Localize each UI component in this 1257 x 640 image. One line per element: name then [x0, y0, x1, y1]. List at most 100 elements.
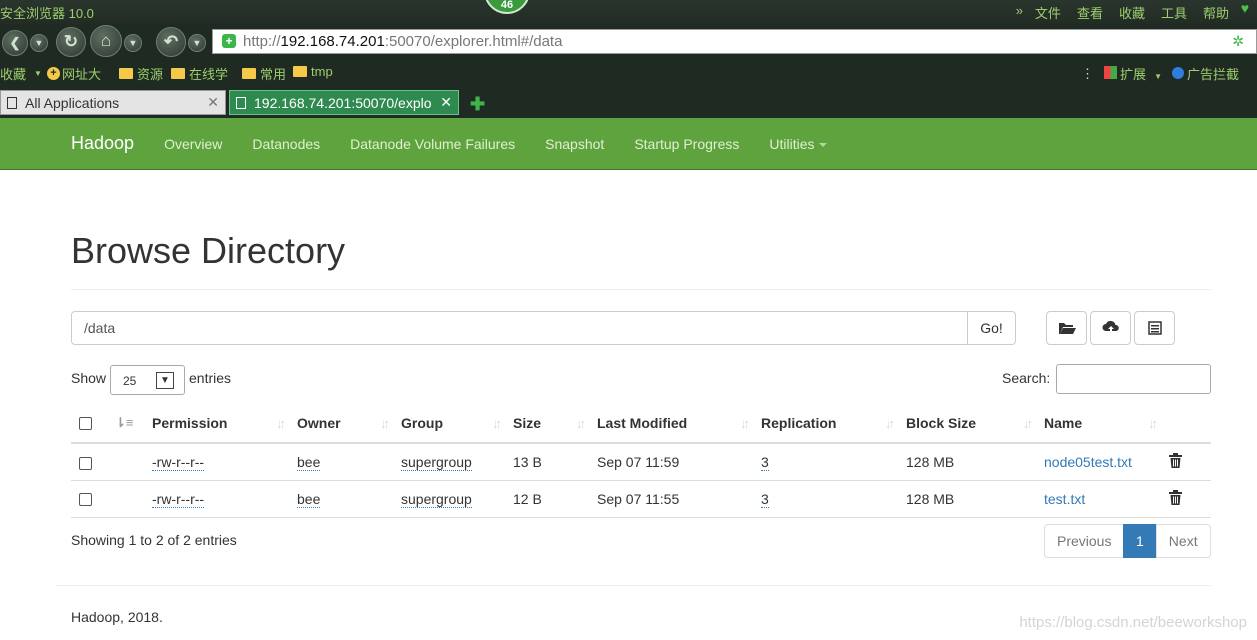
cut-paste-button[interactable]	[1134, 311, 1175, 345]
bookmark-tmp[interactable]: tmp	[293, 64, 333, 79]
skin-icon[interactable]: ♥	[1241, 0, 1249, 16]
file-table: ⇂≡ Permission ↓↑ Owner ↓↑ Group ↓↑ Size ↓↑ L…	[71, 403, 1211, 518]
tab-explorer[interactable]: 192.168.74.201:50070/explorer.html#/data…	[229, 90, 459, 115]
cloud-upload-icon	[1102, 321, 1119, 334]
col-group[interactable]: Group ↓↑	[393, 403, 505, 444]
menu-view[interactable]: 查看	[1077, 3, 1103, 22]
close-icon[interactable]: ✕	[207, 94, 219, 111]
nav-startup-progress[interactable]: Startup Progress	[634, 136, 739, 152]
show-label: Show	[71, 370, 107, 386]
col-label: Group	[401, 414, 443, 431]
menu-tools[interactable]: 工具	[1161, 3, 1187, 22]
select-all-checkbox[interactable]	[79, 417, 92, 431]
bookmark-resources[interactable]: 资源	[119, 64, 163, 83]
address-host: 192.168.74.201	[280, 33, 385, 50]
new-tab-icon[interactable]: ✚	[470, 94, 485, 115]
chevron-down-icon: ▼	[156, 372, 174, 389]
replication-link[interactable]: 3	[761, 490, 769, 508]
bookmark-online-learn[interactable]: 在线学	[171, 64, 228, 83]
nav-volume-failures[interactable]: Datanode Volume Failures	[350, 136, 515, 152]
address-bar[interactable]: + http://192.168.74.201:50070/explorer.h…	[212, 29, 1257, 54]
showing-info: Showing 1 to 2 of 2 entries	[71, 532, 237, 548]
menu-expand-icon[interactable]: »	[1016, 3, 1023, 22]
sort-both-icon: ↓↑	[276, 416, 286, 431]
page-icon	[236, 97, 246, 109]
upload-button[interactable]	[1090, 311, 1131, 345]
back-icon[interactable]: ❮	[2, 30, 28, 56]
back-history-icon[interactable]: ▼	[30, 34, 48, 52]
col-permission[interactable]: Permission ↓↑	[144, 403, 289, 444]
cell-size: 12 B	[505, 480, 589, 518]
bookmark-label: 在线学	[189, 67, 229, 82]
list-icon	[1147, 321, 1162, 335]
col-last-modified[interactable]: Last Modified ↓↑	[589, 403, 753, 444]
menu-help[interactable]: 帮助	[1203, 3, 1229, 22]
previous-button[interactable]: Previous	[1044, 524, 1124, 558]
sort-icon: ⇂≡	[115, 415, 134, 430]
dropdown-icon: ▼	[1154, 72, 1162, 81]
extensions-button[interactable]: 扩展 ▼	[1104, 64, 1162, 83]
col-label: Last Modified	[597, 414, 688, 431]
browser-title: 安全浏览器 10.0	[0, 6, 94, 21]
bookmark-favorites[interactable]: 收藏 ▼	[0, 64, 42, 83]
group-link[interactable]: supergroup	[401, 453, 472, 471]
trash-icon[interactable]	[1169, 452, 1182, 468]
row-checkbox[interactable]	[79, 493, 92, 507]
group-link[interactable]: supergroup	[401, 490, 472, 508]
title-divider	[71, 289, 1211, 290]
file-link[interactable]: node05test.txt	[1044, 454, 1132, 470]
bookmarks-right: ⋮ 扩展 ▼ 广告拦截	[1081, 64, 1239, 83]
permission-link[interactable]: -rw-r--r--	[152, 490, 205, 508]
permission-link[interactable]: -rw-r--r--	[152, 453, 205, 471]
col-size[interactable]: Size ↓↑	[505, 403, 589, 444]
tab-all-applications[interactable]: All Applications ✕	[0, 90, 226, 115]
col-replication[interactable]: Replication ↓↑	[753, 403, 898, 444]
menu-file[interactable]: 文件	[1035, 3, 1061, 22]
refresh-icon[interactable]: ↻	[56, 27, 86, 57]
more-icon[interactable]: ⋮	[1081, 66, 1094, 82]
col-owner[interactable]: Owner ↓↑	[289, 403, 393, 444]
create-directory-button[interactable]	[1046, 311, 1087, 345]
col-actions	[1161, 403, 1211, 444]
page-1-button[interactable]: 1	[1123, 524, 1157, 558]
next-button[interactable]: Next	[1155, 524, 1211, 558]
bookmark-label: tmp	[311, 64, 333, 79]
brand[interactable]: Hadoop	[71, 133, 134, 154]
undo-dropdown-icon[interactable]: ▼	[188, 34, 206, 52]
bookmark-site-nav[interactable]: + 网址大	[47, 64, 101, 83]
sort-both-icon: ↓↑	[492, 416, 502, 431]
search-input[interactable]	[1056, 364, 1211, 394]
close-icon[interactable]: ✕	[440, 94, 452, 111]
folder-icon	[242, 68, 256, 79]
bookmark-label: 收藏	[0, 67, 27, 82]
nav-overview[interactable]: Overview	[164, 136, 222, 152]
page-size-select[interactable]: 25 ▼	[110, 365, 185, 395]
address-reload-icon[interactable]: ✲	[1232, 33, 1244, 50]
menu-favorites[interactable]: 收藏	[1119, 3, 1145, 22]
page-size-value: 25	[123, 374, 137, 388]
col-label: Size	[513, 414, 542, 431]
owner-link[interactable]: bee	[297, 453, 321, 471]
home-dropdown-icon[interactable]: ▼	[124, 34, 142, 52]
owner-link[interactable]: bee	[297, 490, 321, 508]
col-block-size[interactable]: Block Size ↓↑	[898, 403, 1036, 444]
trash-icon[interactable]	[1169, 489, 1182, 505]
col-name[interactable]: Name ↓↑	[1036, 403, 1161, 444]
row-checkbox[interactable]	[79, 456, 92, 470]
nav-datanodes[interactable]: Datanodes	[252, 136, 320, 152]
nav-utilities-label: Utilities	[769, 135, 815, 152]
file-link[interactable]: test.txt	[1044, 491, 1085, 507]
nav-snapshot[interactable]: Snapshot	[545, 136, 604, 152]
adblock-button[interactable]: 广告拦截	[1171, 64, 1239, 83]
path-input[interactable]	[71, 311, 968, 345]
notification-badge[interactable]: 46	[484, 0, 530, 14]
home-icon[interactable]: ⌂	[90, 25, 122, 57]
sort-header[interactable]: ⇂≡	[107, 403, 144, 444]
go-button[interactable]: Go!	[967, 311, 1016, 345]
browser-menu: » 文件 查看 收藏 工具 帮助	[1016, 3, 1229, 22]
replication-link[interactable]: 3	[761, 453, 769, 471]
bookmark-common[interactable]: 常用	[242, 64, 286, 83]
nav-utilities[interactable]: Utilities	[769, 135, 827, 152]
undo-icon[interactable]: ↶	[156, 27, 186, 57]
cell-group: supergroup	[393, 480, 505, 518]
